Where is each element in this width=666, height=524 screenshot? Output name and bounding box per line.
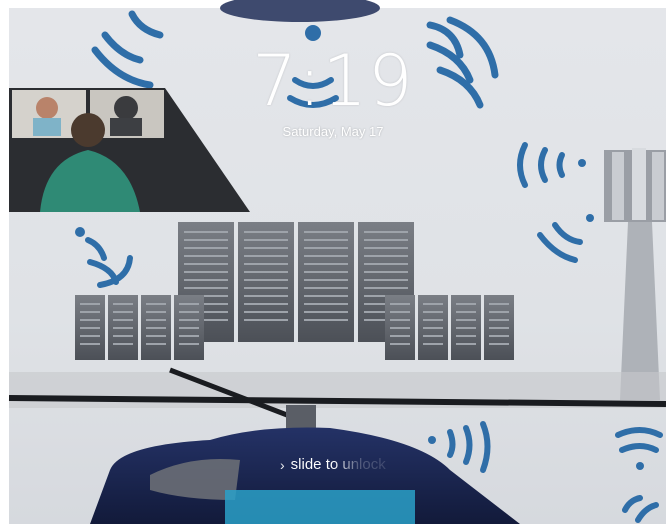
satellite-dish-icon [220,0,380,22]
wireless-signal-icon [75,227,133,288]
lock-screen-time: 7:19 [252,40,414,122]
chevron-right-icon: › [280,456,285,473]
lock-screen: 7:19 Saturday, May 17 › slide to unlock [0,0,666,524]
slide-to-unlock-control[interactable]: › slide to unlock [280,456,386,473]
server-rack-group [75,222,514,360]
helicopter-icon [90,427,520,524]
wireless-signal-icon [517,142,594,263]
cell-tower-icon [604,148,666,400]
lock-screen-date: Saturday, May 17 [282,124,384,139]
slide-to-unlock-label: slide to unlock [290,456,386,473]
